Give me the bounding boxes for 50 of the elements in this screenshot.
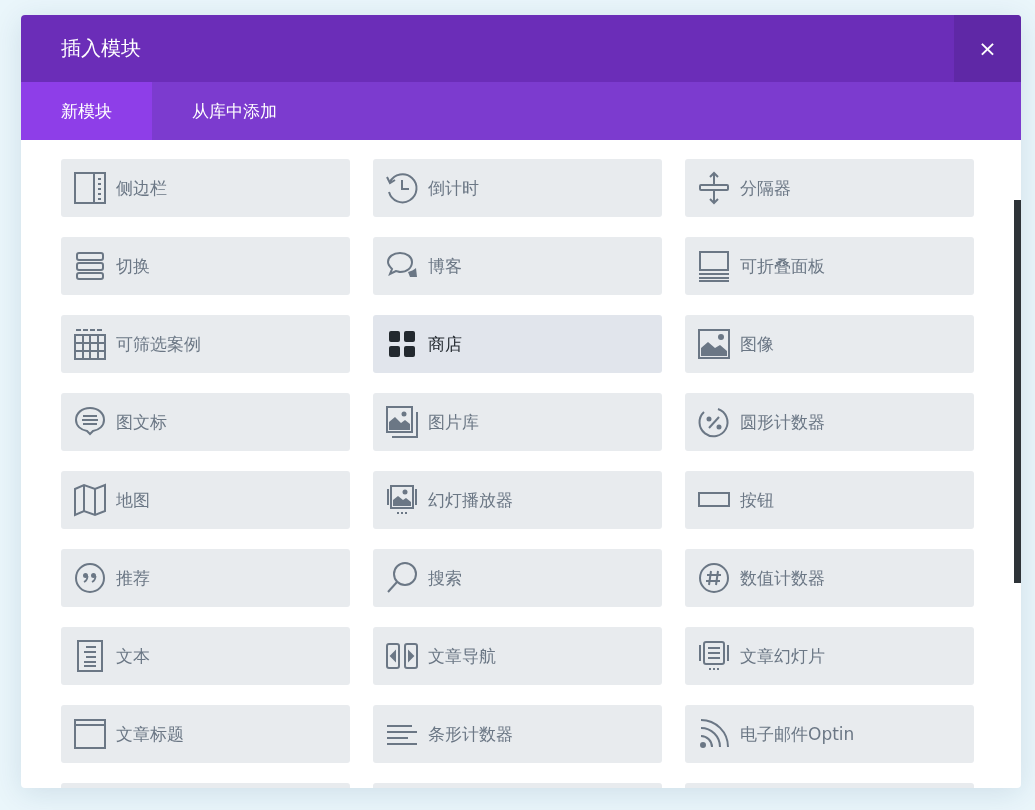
module-card[interactable]: 圆形计数器	[685, 393, 974, 451]
panel-icon	[698, 250, 730, 282]
four-squares-icon	[386, 328, 418, 360]
speech-bubble-icon	[74, 406, 106, 438]
module-card[interactable]: 文章标题	[61, 705, 350, 763]
scrollbar[interactable]	[1014, 200, 1021, 583]
sidebar-layout-icon	[74, 172, 106, 204]
tab[interactable]: 新模块	[21, 82, 152, 140]
module-card[interactable]: 数值计数器	[685, 549, 974, 607]
stacked-bars-icon	[74, 250, 106, 282]
module-card[interactable]: 幻灯播放器	[373, 471, 662, 529]
module-card[interactable]: 倒计时	[373, 159, 662, 217]
window-icon	[74, 718, 106, 750]
module-card[interactable]: 文本	[61, 627, 350, 685]
percent-circle-icon	[698, 406, 730, 438]
module-card[interactable]: 图文标	[61, 393, 350, 451]
clock-icon	[386, 172, 418, 204]
module-card[interactable]: 侧边栏	[61, 159, 350, 217]
document-icon	[74, 640, 106, 672]
image-icon	[698, 328, 730, 360]
module-card[interactable]: 文章导航	[373, 627, 662, 685]
map-icon	[74, 484, 106, 516]
rss-icon	[698, 718, 730, 750]
dialog-title: 插入模块	[60, 35, 141, 62]
module-card[interactable]: 图片库	[373, 393, 662, 451]
quote-icon	[74, 562, 106, 594]
module-card[interactable]: 图像	[685, 315, 974, 373]
image-slides-icon	[386, 484, 418, 516]
module-card[interactable]: 文章幻灯片	[685, 627, 974, 685]
hash-icon	[698, 562, 730, 594]
module-card[interactable]: 地图	[61, 471, 350, 529]
grid-icon	[74, 328, 106, 360]
module-card[interactable]: 切换	[61, 237, 350, 295]
search-icon	[386, 562, 418, 594]
module-card[interactable]: 可折叠面板	[685, 237, 974, 295]
module-card[interactable]: 电子邮件Optin	[685, 705, 974, 763]
module-card[interactable]: 推荐	[61, 549, 350, 607]
divider-arrows-icon	[698, 172, 730, 204]
module-card[interactable]: 博客	[373, 237, 662, 295]
module-card[interactable]: 商店	[373, 315, 662, 373]
tab[interactable]: 从库中添加	[152, 82, 317, 140]
module-card[interactable]: 可筛选案例	[61, 315, 350, 373]
close-button[interactable]: ×	[954, 15, 1021, 82]
module-card[interactable]: 按钮	[685, 471, 974, 529]
stacked-images-icon	[386, 406, 418, 438]
module-card[interactable]: 分隔器	[685, 159, 974, 217]
arrow-panels-icon	[386, 640, 418, 672]
module-card[interactable]: 条形计数器	[373, 705, 662, 763]
module-card[interactable]: 搜索	[373, 549, 662, 607]
document-slides-icon	[698, 640, 730, 672]
